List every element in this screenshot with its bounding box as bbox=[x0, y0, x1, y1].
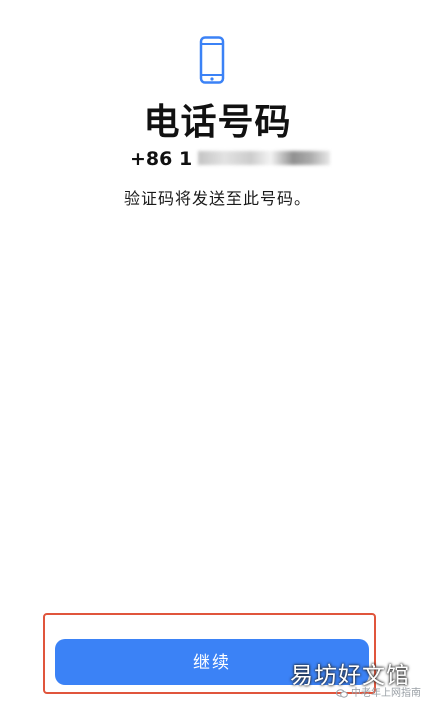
phone-number: +86 1 bbox=[130, 148, 331, 170]
verification-hint: 验证码将发送至此号码。 bbox=[123, 189, 311, 208]
page-title: 电话号码 bbox=[143, 102, 292, 143]
phone-verification-screen: 电话号码 +86 1 验证码将发送至此号码。 继续 易坊好文馆 中老年上网指南 bbox=[0, 0, 435, 705]
phone-number-prefix: +86 1 bbox=[130, 148, 193, 170]
watermark-source: 中老年上网指南 bbox=[336, 684, 428, 699]
phone-icon bbox=[199, 36, 225, 84]
watermark-source-label: 中老年上网指南 bbox=[351, 688, 421, 699]
wechat-icon bbox=[336, 688, 348, 698]
masked-phone-digits bbox=[198, 150, 331, 165]
